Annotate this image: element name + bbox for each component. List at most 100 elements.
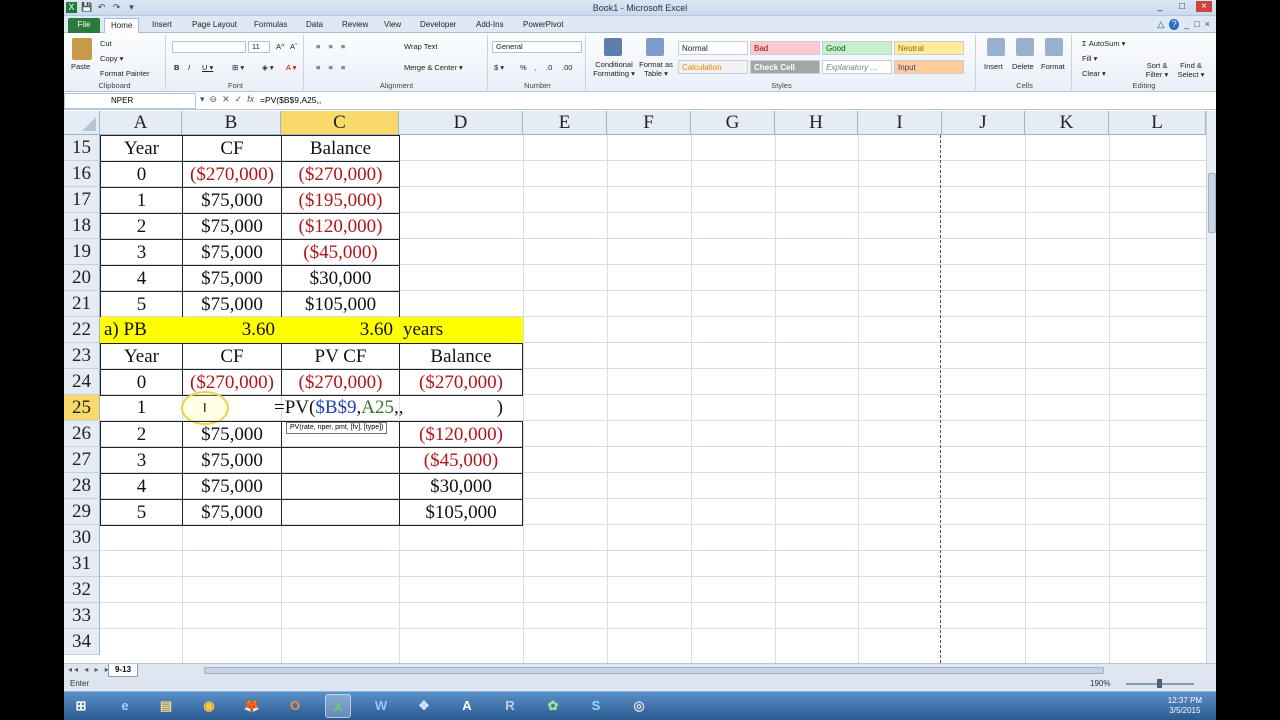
table1-header-year[interactable]: Year: [100, 135, 183, 162]
row-header[interactable]: 19: [64, 239, 100, 265]
style-calculation[interactable]: Calculation: [678, 60, 748, 74]
table2-cell[interactable]: [281, 473, 400, 500]
shrink-font-button[interactable]: Aˇ: [290, 42, 298, 51]
table1-cell[interactable]: $75,000: [182, 187, 282, 214]
row-header[interactable]: 28: [64, 473, 100, 499]
table2-cell[interactable]: $75,000: [182, 499, 282, 526]
table2-cell[interactable]: 2: [100, 421, 183, 448]
name-box-dropdown-icon[interactable]: ▾: [200, 94, 205, 105]
dropbox-icon[interactable]: ❖: [411, 694, 437, 718]
table2-cell[interactable]: $75,000: [182, 421, 282, 448]
table1-cell[interactable]: $105,000: [281, 291, 400, 318]
style-good[interactable]: Good: [822, 41, 892, 55]
table2-cell[interactable]: [281, 499, 400, 526]
column-header-c[interactable]: C: [281, 111, 399, 135]
column-header-a[interactable]: A: [100, 111, 182, 135]
currency-button[interactable]: $ ▾: [494, 63, 504, 72]
tab-file[interactable]: File: [68, 18, 100, 33]
style-bad[interactable]: Bad: [750, 41, 820, 55]
collapse-icon[interactable]: ⊖: [210, 94, 218, 105]
grow-font-button[interactable]: A^: [276, 42, 285, 51]
app-icon[interactable]: A: [454, 694, 480, 718]
table2-cell[interactable]: 0: [100, 369, 183, 396]
name-box[interactable]: NPER: [64, 93, 196, 109]
row-header[interactable]: 21: [64, 291, 100, 317]
copy-button[interactable]: Copy ▾: [100, 54, 123, 63]
table1-cell[interactable]: $75,000: [182, 213, 282, 240]
tab-page-layout[interactable]: Page Layout: [186, 18, 243, 33]
column-header-g[interactable]: G: [691, 111, 775, 135]
workbook-close-icon[interactable]: ×: [1205, 19, 1210, 30]
app-icon[interactable]: ◎: [626, 694, 652, 718]
conditional-formatting-icon[interactable]: [604, 38, 622, 56]
format-cells-button[interactable]: Format: [1041, 62, 1065, 71]
align-top-icons[interactable]: ≡ ≡ ≡: [316, 42, 348, 51]
row-header[interactable]: 22: [64, 317, 100, 343]
system-clock[interactable]: 12:37 PM 3/5/2015: [1168, 696, 1202, 716]
column-header-b[interactable]: B: [182, 111, 281, 135]
style-check-cell[interactable]: Check Cell: [750, 60, 820, 74]
borders-button[interactable]: ⊞ ▾: [232, 63, 244, 72]
row-header[interactable]: 31: [64, 551, 100, 577]
internet-explorer-icon[interactable]: e: [112, 694, 138, 718]
cut-button[interactable]: Cut: [100, 39, 112, 48]
table1-cell[interactable]: $75,000: [182, 291, 282, 318]
conditional-formatting-button[interactable]: Conditional Formatting ▾: [590, 60, 638, 78]
minimize-ribbon-icon[interactable]: △: [1157, 19, 1164, 30]
table2-header-pv-cf[interactable]: PV CF: [281, 343, 400, 370]
format-as-table-button[interactable]: Format as Table ▾: [638, 60, 674, 78]
workbook-restore-icon[interactable]: □: [1194, 19, 1199, 30]
style-input[interactable]: Input: [894, 60, 964, 74]
column-header-f[interactable]: F: [607, 111, 691, 135]
column-header-l[interactable]: L: [1109, 111, 1206, 135]
table1-cell[interactable]: 1: [100, 187, 183, 214]
increase-decimal-button[interactable]: .0: [546, 63, 552, 72]
maximize-button[interactable]: □: [1174, 1, 1190, 12]
vertical-scroll-thumb[interactable]: [1208, 173, 1216, 233]
table1-header-balance[interactable]: Balance: [281, 135, 400, 162]
minimize-button[interactable]: _: [1152, 1, 1168, 12]
italic-button[interactable]: I: [188, 63, 190, 72]
align-left-icons[interactable]: ≡ ≡ ≡: [316, 63, 348, 72]
fill-color-button[interactable]: ◈ ▾: [262, 63, 274, 72]
table1-cell[interactable]: $75,000: [182, 265, 282, 292]
tab-home[interactable]: Home: [104, 18, 140, 33]
table1-cell[interactable]: 5: [100, 291, 183, 318]
row-header[interactable]: 34: [64, 629, 100, 655]
bold-button[interactable]: B: [174, 63, 179, 72]
row-header[interactable]: 20: [64, 265, 100, 291]
tab-formulas[interactable]: Formulas: [248, 18, 293, 33]
table2-cell[interactable]: $30,000: [399, 473, 523, 500]
payback-value[interactable]: 3.60: [182, 317, 281, 343]
paste-button[interactable]: Paste: [71, 62, 90, 71]
payback-label[interactable]: a) PB: [104, 317, 147, 343]
row-header[interactable]: 32: [64, 577, 100, 603]
table2-header-year[interactable]: Year: [100, 343, 183, 370]
column-header-e[interactable]: E: [523, 111, 607, 135]
style-normal[interactable]: Normal: [678, 41, 748, 55]
workbook-minimize-icon[interactable]: _: [1184, 19, 1189, 30]
firefox-icon[interactable]: 🦊: [239, 694, 265, 718]
tab-data[interactable]: Data: [300, 18, 329, 33]
excel-taskbar-icon[interactable]: X: [325, 694, 351, 718]
table2-cell[interactable]: ($270,000): [281, 369, 400, 396]
r-icon[interactable]: R: [497, 694, 523, 718]
row-header[interactable]: 23: [64, 343, 100, 369]
font-size-input[interactable]: 11: [248, 41, 270, 53]
table1-cell[interactable]: 0: [100, 161, 183, 188]
zoom-level[interactable]: 190%: [1090, 679, 1110, 688]
table2-cell[interactable]: 1: [100, 395, 183, 421]
tab-view[interactable]: View: [378, 18, 407, 33]
comma-button[interactable]: ,: [534, 63, 536, 72]
table2-header-balance[interactable]: Balance: [399, 343, 523, 370]
row-header[interactable]: 16: [64, 161, 100, 187]
number-format-select[interactable]: General: [492, 41, 582, 53]
horizontal-scroll-thumb[interactable]: [204, 667, 1104, 674]
zoom-slider-knob[interactable]: [1157, 679, 1162, 688]
table2-cell[interactable]: $75,000: [182, 473, 282, 500]
tab-insert[interactable]: Insert: [146, 18, 178, 33]
table1-cell[interactable]: $75,000: [182, 239, 282, 266]
wrap-text-button[interactable]: Wrap Text: [404, 42, 438, 51]
merge-center-button[interactable]: Merge & Center ▾: [404, 63, 463, 72]
tab-review[interactable]: Review: [336, 18, 374, 33]
